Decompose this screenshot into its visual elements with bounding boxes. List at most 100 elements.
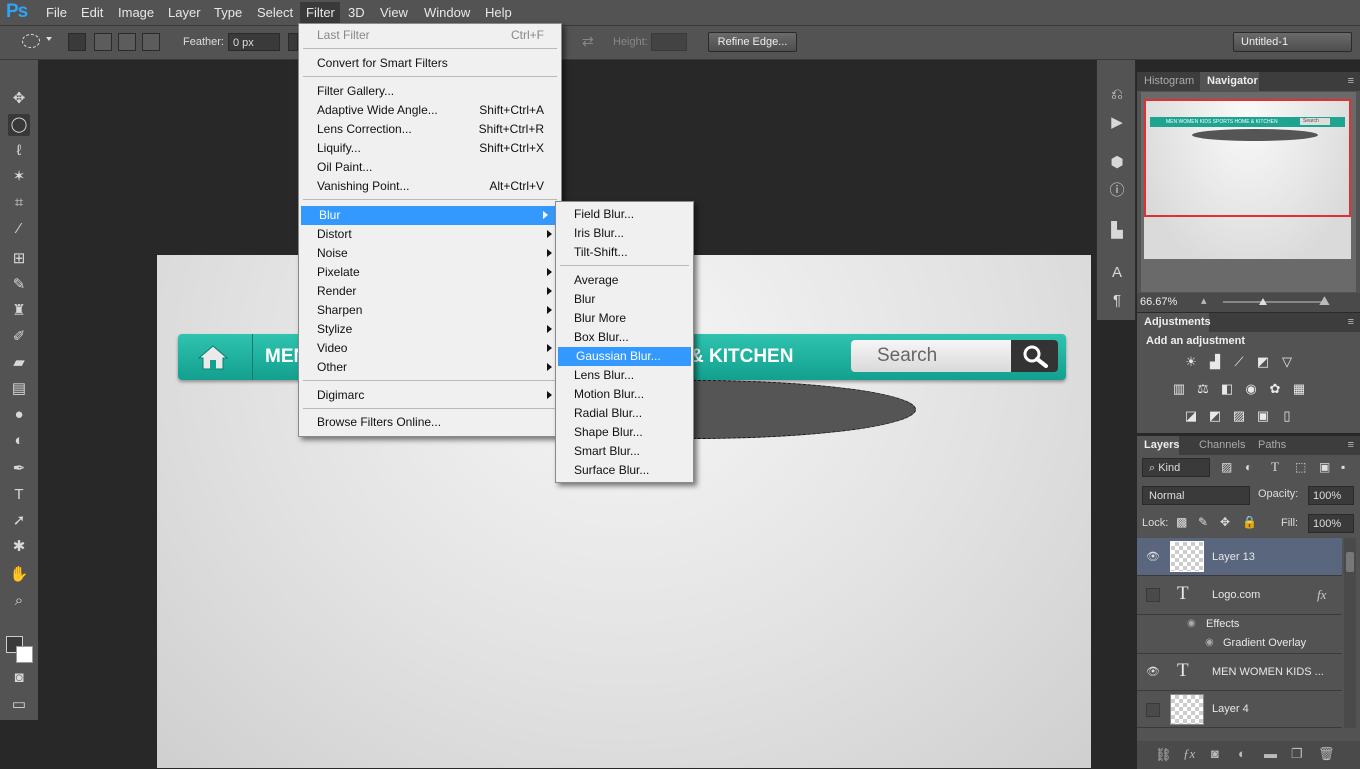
type-tool-icon[interactable]: T — [8, 484, 30, 506]
add-mask-icon[interactable]: ◙ — [1211, 746, 1219, 761]
anti-alias-checkbox[interactable] — [288, 33, 298, 51]
gradient-tool-icon[interactable]: ▤ — [8, 378, 30, 400]
menu-item-lens-blur[interactable]: Lens Blur... — [556, 366, 693, 385]
hue-saturation-icon[interactable]: ▥ — [1171, 382, 1187, 396]
dodge-tool-icon[interactable]: ◐ — [8, 430, 30, 452]
fx-icon[interactable]: fx — [1317, 587, 1326, 603]
screen-mode-icon[interactable]: ▭ — [8, 694, 30, 716]
menu-item-browse-filters-online[interactable]: Browse Filters Online... — [299, 413, 561, 432]
menu-select[interactable]: Select — [257, 5, 293, 20]
filter-toggle-icon[interactable]: ▪ — [1341, 460, 1345, 474]
layer-row-layer-13[interactable]: 👁 Layer 13 — [1137, 538, 1342, 576]
layer-filter-kind-select[interactable]: ⌕ Kind — [1142, 458, 1210, 477]
new-adjustment-icon[interactable]: ◐ — [1238, 746, 1246, 761]
paragraph-icon[interactable]: ¶ — [1108, 292, 1126, 310]
filter-smart-object-icon[interactable]: ▣ — [1319, 460, 1330, 474]
gradient-map-icon[interactable]: ▣ — [1255, 409, 1271, 423]
new-group-icon[interactable]: ▬ — [1264, 746, 1277, 761]
elliptical-marquee-icon[interactable] — [22, 34, 40, 48]
menu-item-pixelate[interactable]: Pixelate — [299, 263, 561, 282]
intersect-selection-icon[interactable] — [142, 33, 160, 51]
lock-all-icon[interactable]: 🔒 — [1242, 515, 1257, 529]
menu-view[interactable]: View — [380, 5, 408, 20]
menu-item-iris-blur[interactable]: Iris Blur... — [556, 224, 693, 243]
zoom-in-icon[interactable]: ⛰ — [1319, 293, 1330, 309]
background-color-swatch[interactable] — [16, 646, 33, 663]
menu-filter[interactable]: Filter — [306, 5, 335, 20]
menu-item-shape-blur[interactable]: Shape Blur... — [556, 423, 693, 442]
menu-help[interactable]: Help — [485, 5, 512, 20]
visibility-toggle[interactable] — [1146, 588, 1160, 602]
layers-scrollbar-thumb[interactable] — [1346, 552, 1354, 572]
tab-adjustments[interactable]: Adjustments — [1144, 316, 1211, 328]
filter-shape-icon[interactable]: ⬚ — [1295, 460, 1306, 474]
menu-item-video[interactable]: Video — [299, 339, 561, 358]
menu-item-motion-blur[interactable]: Motion Blur... — [556, 385, 693, 404]
exposure-icon[interactable]: ◩ — [1255, 355, 1271, 369]
menu-item-radial-blur[interactable]: Radial Blur... — [556, 404, 693, 423]
menu-edit[interactable]: Edit — [81, 5, 103, 20]
invert-icon[interactable]: ◪ — [1183, 409, 1199, 423]
menu-item-smart-blur[interactable]: Smart Blur... — [556, 442, 693, 461]
lock-pixels-icon[interactable]: ✎ — [1198, 515, 1208, 529]
link-layers-icon[interactable]: ⛓ — [1155, 747, 1172, 763]
workspace-preset-select[interactable]: Untitled-1 — [1233, 32, 1352, 52]
panel-menu-icon[interactable]: ≡ — [1348, 439, 1354, 451]
menu-item-field-blur[interactable]: Field Blur... — [556, 205, 693, 224]
black-white-icon[interactable]: ◧ — [1219, 382, 1235, 396]
chevron-down-icon[interactable] — [46, 37, 52, 41]
tab-channels[interactable]: Channels — [1199, 439, 1245, 451]
layer-row-logo[interactable]: T Logo.com fx — [1137, 576, 1342, 615]
brush-tool-icon[interactable]: ✎ — [8, 274, 30, 296]
menu-item-other[interactable]: Other — [299, 358, 561, 377]
brightness-icon[interactable]: ☀ — [1183, 355, 1199, 369]
visibility-toggle[interactable] — [1146, 703, 1160, 717]
menu-item-box-blur[interactable]: Box Blur... — [556, 328, 693, 347]
menu-item-gaussian-blur[interactable]: Gaussian Blur... — [558, 347, 691, 366]
zoom-out-icon[interactable]: ▴ — [1201, 294, 1207, 307]
menu-item-noise[interactable]: Noise — [299, 244, 561, 263]
menu-item-convert-smart-filters[interactable]: Convert for Smart Filters — [299, 54, 561, 73]
layer-row-nav-text[interactable]: 👁 T MEN WOMEN KIDS ... — [1137, 654, 1342, 691]
layer-effect-gradient-overlay[interactable]: ◉ Gradient Overlay — [1137, 634, 1342, 654]
height-input[interactable] — [651, 33, 687, 51]
navigator-preview[interactable]: MEN WOMEN KIDS SPORTS HOME & KITCHEN Sea… — [1141, 92, 1356, 292]
swap-icon[interactable]: ⇄ — [582, 33, 594, 50]
tab-paths[interactable]: Paths — [1258, 439, 1286, 451]
blur-tool-icon[interactable]: ● — [8, 404, 30, 426]
elliptical-marquee-tool-icon[interactable]: ◯ — [8, 114, 30, 136]
posterize-icon[interactable]: ◩ — [1207, 409, 1223, 423]
effect-visibility-eye-icon[interactable]: ◉ — [1205, 637, 1214, 648]
move-tool-icon[interactable]: ✥ — [8, 88, 30, 110]
menu-item-sharpen[interactable]: Sharpen — [299, 301, 561, 320]
menu-item-blur-simple[interactable]: Blur — [556, 290, 693, 309]
lock-position-icon[interactable]: ✥ — [1220, 515, 1230, 529]
effect-visibility-eye-icon[interactable]: ◉ — [1187, 618, 1196, 629]
vibrance-icon[interactable]: ▽ — [1279, 355, 1295, 369]
menu-type[interactable]: Type — [214, 5, 242, 20]
layer-effects-row[interactable]: ◉ Effects — [1137, 615, 1342, 634]
subtract-selection-icon[interactable] — [118, 33, 136, 51]
clone-stamp-tool-icon[interactable]: ♜ — [8, 300, 30, 322]
layers-scrollbar[interactable] — [1344, 538, 1356, 728]
menu-item-blur[interactable]: Blur — [301, 206, 557, 225]
color-lookup-icon[interactable]: ▦ — [1291, 382, 1307, 396]
fill-input[interactable]: 100% — [1308, 514, 1354, 533]
navigator-zoom-value[interactable]: 66.67% — [1140, 296, 1177, 308]
menu-item-surface-blur[interactable]: Surface Blur... — [556, 461, 693, 480]
character-icon[interactable]: A — [1108, 264, 1126, 282]
menu-item-oil-paint[interactable]: Oil Paint... — [299, 158, 561, 177]
menu-item-tilt-shift[interactable]: Tilt-Shift... — [556, 243, 693, 262]
channel-mixer-icon[interactable]: ✿ — [1267, 382, 1283, 396]
levels-icon[interactable]: ▟ — [1207, 355, 1223, 369]
filter-adjustment-icon[interactable]: ◐ — [1245, 460, 1252, 474]
magic-wand-tool-icon[interactable]: ✶ — [8, 166, 30, 188]
refine-edge-button[interactable]: Refine Edge... — [708, 32, 797, 52]
menu-item-render[interactable]: Render — [299, 282, 561, 301]
feather-input[interactable]: 0 px — [228, 33, 280, 51]
menu-item-vanishing-point[interactable]: Vanishing Point... Alt+Ctrl+V — [299, 177, 561, 196]
visibility-eye-icon[interactable]: 👁 — [1146, 666, 1160, 678]
menu-item-digimarc[interactable]: Digimarc — [299, 386, 561, 405]
menu-file[interactable]: File — [46, 5, 67, 20]
menu-item-last-filter[interactable]: Last Filter Ctrl+F — [299, 26, 561, 45]
